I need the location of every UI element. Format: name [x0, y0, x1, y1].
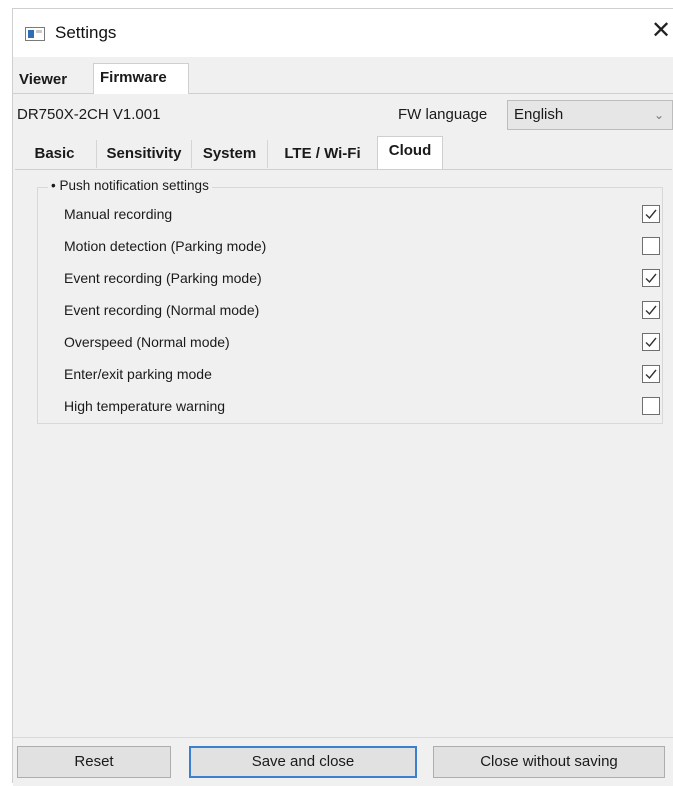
- chevron-down-icon: ⌄: [653, 108, 664, 122]
- save-and-close-button[interactable]: Save and close: [189, 746, 417, 778]
- fw-language-value: English: [514, 106, 564, 123]
- close-without-saving-button[interactable]: Close without saving: [433, 746, 665, 778]
- checkmark-icon: [645, 369, 657, 380]
- tab-sensitivity[interactable]: Sensitivity: [97, 140, 192, 168]
- sub-tab-bar: Basic Sensitivity System LTE / Wi-Fi Clo…: [13, 136, 673, 170]
- option-label: Overspeed (Normal mode): [64, 334, 230, 350]
- checkmark-icon: [645, 305, 657, 316]
- tab-basic[interactable]: Basic: [13, 140, 97, 168]
- app-window-icon: [25, 27, 45, 41]
- button-bar: Reset Save and close Close without savin…: [13, 737, 673, 786]
- fw-language-label: FW language: [398, 106, 488, 123]
- tab-cloud[interactable]: Cloud: [377, 136, 443, 169]
- option-label: Event recording (Parking mode): [64, 270, 262, 286]
- cloud-panel: • Push notification settings Manual reco…: [15, 169, 672, 737]
- list-item: Event recording (Normal mode): [64, 298, 662, 328]
- firmware-panel: DR750X-2CH V1.001 FW language English ⌄ …: [13, 93, 673, 786]
- tab-lte-wifi[interactable]: LTE / Wi-Fi: [268, 140, 378, 168]
- parking-mode-checkbox[interactable]: [642, 365, 660, 383]
- high-temperature-checkbox[interactable]: [642, 397, 660, 415]
- event-normal-checkbox[interactable]: [642, 301, 660, 319]
- option-label: Event recording (Normal mode): [64, 302, 260, 318]
- list-item: Motion detection (Parking mode): [64, 234, 662, 264]
- reset-button[interactable]: Reset: [17, 746, 171, 778]
- option-label: High temperature warning: [64, 398, 226, 414]
- motion-detection-checkbox[interactable]: [642, 237, 660, 255]
- title-bar: Settings ✕: [13, 9, 673, 57]
- push-notification-group: • Push notification settings Manual reco…: [37, 178, 663, 424]
- overspeed-checkbox[interactable]: [642, 333, 660, 351]
- event-parking-checkbox[interactable]: [642, 269, 660, 287]
- group-title: • Push notification settings: [48, 178, 212, 193]
- tab-firmware[interactable]: Firmware: [93, 63, 189, 94]
- tab-system[interactable]: System: [192, 140, 268, 168]
- list-item: Overspeed (Normal mode): [64, 330, 662, 360]
- close-icon[interactable]: ✕: [649, 19, 673, 43]
- option-label: Motion detection (Parking mode): [64, 238, 267, 254]
- option-label: Enter/exit parking mode: [64, 366, 212, 382]
- checkmark-icon: [645, 337, 657, 348]
- window-title: Settings: [55, 23, 117, 42]
- option-label: Manual recording: [64, 206, 173, 222]
- tab-viewer[interactable]: Viewer: [13, 67, 91, 93]
- list-item: Manual recording: [64, 202, 662, 232]
- model-version: DR750X-2CH V1.001: [17, 106, 161, 123]
- top-tab-bar: Viewer Firmware: [13, 63, 673, 94]
- list-item: Enter/exit parking mode: [64, 362, 662, 392]
- fw-language-select[interactable]: English ⌄: [507, 100, 673, 130]
- list-item: High temperature warning: [64, 394, 662, 424]
- list-item: Event recording (Parking mode): [64, 266, 662, 296]
- manual-recording-checkbox[interactable]: [642, 205, 660, 223]
- checkmark-icon: [645, 273, 657, 284]
- checkmark-icon: [645, 209, 657, 220]
- settings-window: Settings ✕ Viewer Firmware DR750X-2CH V1…: [12, 8, 673, 786]
